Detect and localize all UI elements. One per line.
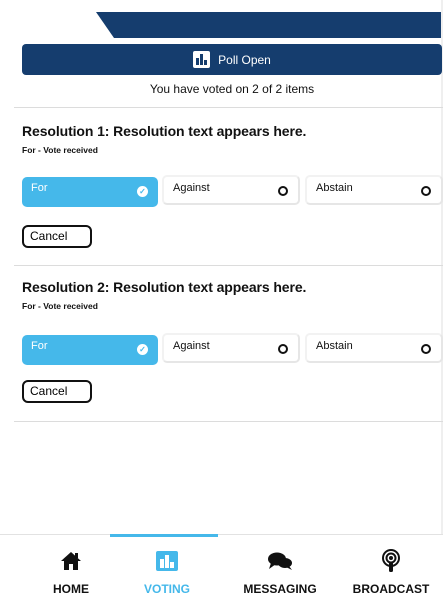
checkmark-icon: ✓ bbox=[137, 344, 148, 355]
option-label: Abstain bbox=[316, 182, 353, 194]
nav-home[interactable]: HOME bbox=[40, 535, 102, 615]
resolution-status: For - Vote received bbox=[22, 301, 98, 311]
resolution-title: Resolution 1: Resolution text appears he… bbox=[22, 123, 307, 139]
option-label: Against bbox=[173, 340, 210, 352]
podcast-icon bbox=[376, 549, 406, 573]
radio-icon bbox=[278, 186, 288, 196]
nav-label: MESSAGING bbox=[243, 582, 317, 596]
nav-broadcast[interactable]: BROADCAST bbox=[343, 535, 439, 615]
voted-status: You have voted on 2 of 2 items bbox=[149, 82, 315, 96]
option-abstain[interactable]: Abstain bbox=[305, 175, 443, 205]
poll-banner-label: Poll Open bbox=[218, 52, 271, 67]
chat-bubbles-icon bbox=[265, 549, 295, 573]
option-against[interactable]: Against bbox=[162, 175, 300, 205]
divider bbox=[14, 421, 443, 422]
checkmark-icon: ✓ bbox=[137, 186, 148, 197]
nav-voting[interactable]: VOTING bbox=[132, 535, 202, 615]
option-label: For bbox=[31, 340, 48, 352]
option-for[interactable]: For ✓ bbox=[22, 177, 158, 207]
nav-messaging[interactable]: MESSAGING bbox=[230, 535, 330, 615]
resolution-status: For - Vote received bbox=[22, 145, 98, 155]
header-background bbox=[0, 0, 443, 38]
bar-chart-icon bbox=[193, 51, 211, 68]
bar-chart-icon bbox=[152, 549, 182, 573]
cancel-button[interactable]: Cancel bbox=[22, 225, 92, 248]
nav-label: BROADCAST bbox=[352, 582, 430, 596]
option-abstain[interactable]: Abstain bbox=[305, 333, 443, 363]
option-label: Abstain bbox=[316, 340, 353, 352]
option-label: Against bbox=[173, 182, 210, 194]
radio-icon bbox=[421, 186, 431, 196]
radio-icon bbox=[278, 344, 288, 354]
option-against[interactable]: Against bbox=[162, 333, 300, 363]
option-for[interactable]: For ✓ bbox=[22, 335, 158, 365]
resolution-title: Resolution 2: Resolution text appears he… bbox=[22, 279, 307, 295]
divider bbox=[14, 107, 443, 108]
option-label: For bbox=[31, 182, 48, 194]
nav-label: HOME bbox=[53, 582, 89, 596]
divider bbox=[14, 265, 443, 266]
poll-open-banner: Poll Open bbox=[22, 44, 442, 75]
bottom-nav: HOME VOTING MESSAGING BROADCAST bbox=[0, 534, 443, 615]
home-icon bbox=[56, 549, 86, 573]
nav-label: VOTING bbox=[143, 582, 190, 596]
radio-icon bbox=[421, 344, 431, 354]
cancel-button[interactable]: Cancel bbox=[22, 380, 92, 403]
